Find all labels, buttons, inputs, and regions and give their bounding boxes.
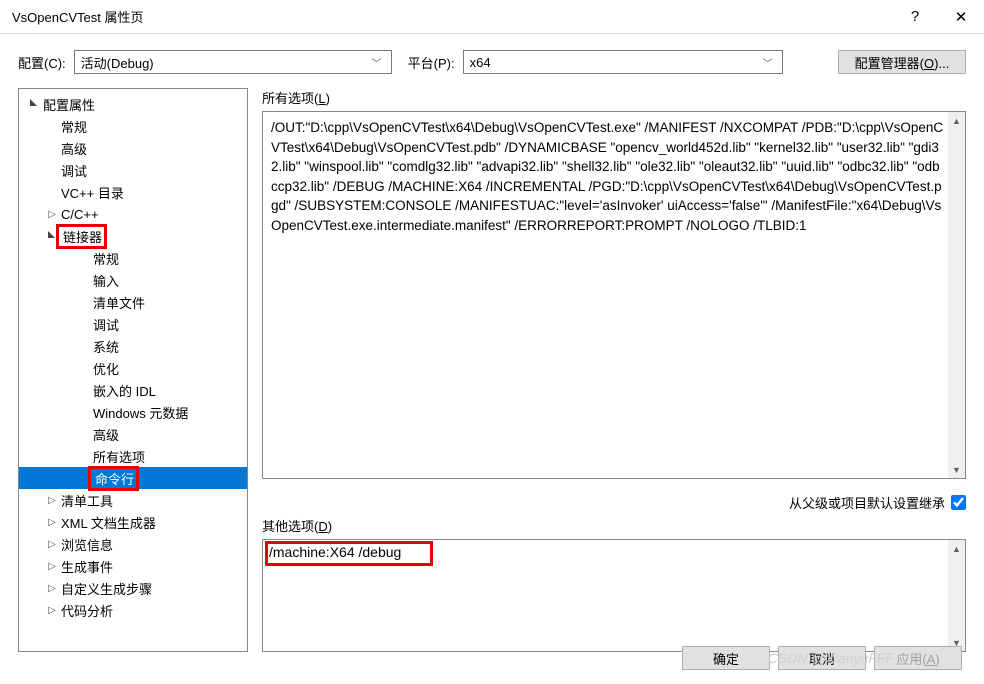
expand-icon: ▷ [45, 583, 59, 594]
cancel-button[interactable]: 取消 [778, 646, 866, 670]
tree-item[interactable]: 优化 [19, 357, 247, 379]
tree-item-label: 嵌入的 IDL [91, 381, 156, 400]
scroll-up-icon[interactable]: ▲ [948, 540, 965, 557]
tree-item-label: 系统 [91, 337, 119, 356]
tree-item[interactable]: 调试 [19, 159, 247, 181]
tree-item-label: 清单文件 [91, 293, 145, 312]
tree-item-label: 浏览信息 [59, 535, 113, 554]
tree-item-label: 常规 [91, 249, 119, 268]
tree-item-label: XML 文档生成器 [59, 513, 156, 532]
tree-item[interactable]: 命令行 [19, 467, 247, 489]
tree-item[interactable]: 输入 [19, 269, 247, 291]
tree-item[interactable]: 清单文件 [19, 291, 247, 313]
expand-icon: ▷ [45, 539, 59, 550]
tree-item-label: 配置属性 [41, 95, 95, 114]
tree-item[interactable]: 常规 [19, 247, 247, 269]
tree-item[interactable]: 高级 [19, 137, 247, 159]
expand-icon: ▷ [45, 605, 59, 616]
tree-item-label: 高级 [91, 425, 119, 444]
apply-button[interactable]: 应用(A) [874, 646, 962, 670]
all-options-text: /OUT:"D:\cpp\VsOpenCVTest\x64\Debug\VsOp… [263, 112, 965, 241]
tree-item[interactable]: 系统 [19, 335, 247, 357]
tree-item-label: VC++ 目录 [59, 183, 124, 202]
tree-item[interactable]: Windows 元数据 [19, 401, 247, 423]
close-button[interactable]: ✕ [938, 0, 984, 34]
config-combo[interactable]: 活动(Debug) ﹀ [74, 50, 392, 74]
tree-item[interactable]: 调试 [19, 313, 247, 335]
expand-icon: ▷ [45, 495, 59, 506]
platform-label: 平台(P): [408, 53, 455, 72]
inherit-checkbox[interactable] [951, 495, 966, 510]
tree-item[interactable]: ▷C/C++ [19, 203, 247, 225]
tree-item[interactable]: ▷自定义生成步骤 [19, 577, 247, 599]
title-bar: VsOpenCVTest 属性页 ? ✕ [0, 0, 984, 34]
chevron-down-icon: ﹀ [760, 55, 776, 70]
expand-icon: ▷ [45, 561, 59, 572]
property-tree[interactable]: 配置属性常规高级调试VC++ 目录▷C/C++链接器常规输入清单文件调试系统优化… [18, 88, 248, 652]
tree-item-label: 生成事件 [59, 557, 113, 576]
tree-item-label: 常规 [59, 117, 87, 136]
ok-button[interactable]: 确定 [682, 646, 770, 670]
chevron-down-icon: ﹀ [369, 55, 385, 70]
tree-item[interactable]: ▷清单工具 [19, 489, 247, 511]
tree-item-label: 自定义生成步骤 [59, 579, 152, 598]
tree-item[interactable]: ▷XML 文档生成器 [19, 511, 247, 533]
tree-item-label: 调试 [91, 315, 119, 334]
tree-item-label: 链接器 [61, 230, 102, 245]
dialog-buttons: 确定 取消 应用(A) [682, 646, 962, 670]
tree-item[interactable]: 常规 [19, 115, 247, 137]
tree-item[interactable]: ▷代码分析 [19, 599, 247, 621]
tree-item[interactable]: ▷浏览信息 [19, 533, 247, 555]
scrollbar[interactable]: ▲ ▼ [948, 112, 965, 478]
config-manager-button[interactable]: 配置管理器(O)... [838, 50, 966, 74]
tree-item[interactable]: 嵌入的 IDL [19, 379, 247, 401]
expand-icon: ▷ [45, 209, 59, 220]
platform-combo[interactable]: x64 ﹀ [463, 50, 783, 74]
tree-item-label: 优化 [91, 359, 119, 378]
tree-item-label: 代码分析 [59, 601, 113, 620]
tree-item-label: C/C++ [59, 207, 99, 222]
scroll-down-icon[interactable]: ▼ [948, 461, 965, 478]
window-title: VsOpenCVTest 属性页 [12, 7, 892, 26]
expand-icon: ▷ [45, 517, 59, 528]
help-button[interactable]: ? [892, 0, 938, 34]
tree-item-label: 输入 [91, 271, 119, 290]
tree-item-label: 清单工具 [59, 491, 113, 510]
all-options-label: 所有选项(L) [262, 88, 966, 107]
tree-item[interactable]: ▷生成事件 [19, 555, 247, 577]
other-options-box[interactable]: /machine:X64 /debug ▲ ▼ [262, 539, 966, 652]
all-options-box[interactable]: /OUT:"D:\cpp\VsOpenCVTest\x64\Debug\VsOp… [262, 111, 966, 479]
tree-item-label: 命令行 [93, 472, 134, 487]
highlight-box [265, 541, 433, 566]
tree-item-label: 调试 [59, 161, 87, 180]
config-label: 配置(C): [18, 53, 66, 72]
tree-item-label: 高级 [59, 139, 87, 158]
tree-item[interactable]: 高级 [19, 423, 247, 445]
collapse-icon [27, 98, 41, 111]
scroll-up-icon[interactable]: ▲ [948, 112, 965, 129]
inherit-label: 从父级或项目默认设置继承 [789, 493, 945, 512]
scrollbar[interactable]: ▲ ▼ [948, 540, 965, 651]
tree-item-label: Windows 元数据 [91, 403, 188, 422]
tree-item[interactable]: 链接器 [19, 225, 247, 247]
tree-item[interactable]: VC++ 目录 [19, 181, 247, 203]
other-options-label: 其他选项(D) [262, 516, 966, 535]
tree-item[interactable]: 配置属性 [19, 93, 247, 115]
tree-item-label: 所有选项 [91, 447, 145, 466]
tree-item[interactable]: 所有选项 [19, 445, 247, 467]
